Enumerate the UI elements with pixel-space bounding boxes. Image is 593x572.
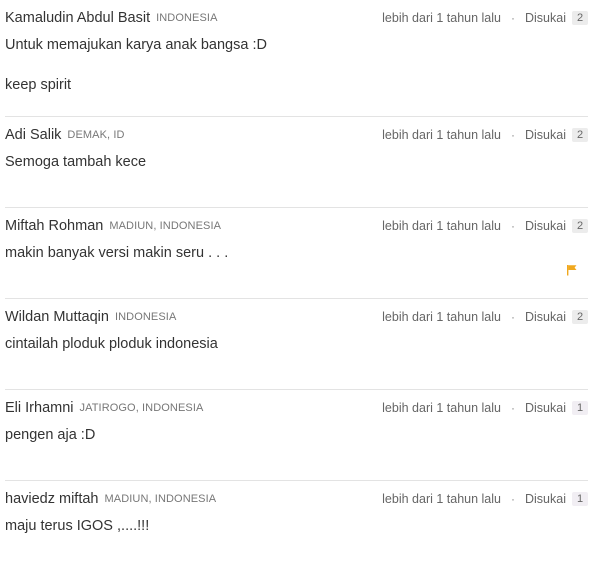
author-block: haviedz miftah MADIUN, INDONESIA	[5, 489, 216, 509]
comment-item: Adi Salik DEMAK, ID lebih dari 1 tahun la…	[5, 117, 588, 208]
comment-meta: lebih dari 1 tahun lalu · Disukai 1	[382, 489, 588, 509]
author-name[interactable]: Eli Irhamni	[5, 400, 74, 416]
comment-meta: lebih dari 1 tahun lalu · Disukai 2	[382, 8, 588, 28]
comment-body: cintailah ploduk ploduk indonesia	[5, 333, 558, 373]
comment-header: Adi Salik DEMAK, ID lebih dari 1 tahun la…	[5, 125, 588, 145]
separator-dot: ·	[511, 11, 515, 25]
comment-body: Untuk memajukan karya anak bangsa :D kee…	[5, 34, 558, 114]
like-button[interactable]: Disukai	[525, 219, 566, 233]
author-block: Wildan Muttaqin INDONESIA	[5, 307, 176, 327]
author-block: Eli Irhamni JATIROGO, INDONESIA	[5, 398, 203, 418]
author-name[interactable]: Wildan Muttaqin	[5, 309, 109, 325]
comment-meta: lebih dari 1 tahun lalu · Disukai 2	[382, 125, 588, 145]
comment-text: cintailah ploduk ploduk indonesia	[5, 336, 218, 352]
comment-item: Eli Irhamni JATIROGO, INDONESIA lebih dar…	[5, 390, 588, 481]
separator-dot: ·	[511, 401, 515, 415]
like-count-badge: 2	[572, 310, 588, 324]
comment-list: Kamaludin Abdul Basit INDONESIA lebih dar…	[5, 0, 588, 572]
comment-body: Semoga tambah kece	[5, 151, 558, 191]
comment-text: Untuk memajukan karya anak bangsa :D	[5, 37, 267, 53]
author-location: MADIUN, INDONESIA	[109, 220, 222, 232]
comment-header: Miftah Rohman MADIUN, INDONESIA lebih dar…	[5, 216, 588, 236]
comment-body: makin banyak versi makin seru . . .	[5, 242, 558, 282]
flag-icon[interactable]	[566, 264, 578, 276]
comment-text: keep spirit	[5, 77, 72, 93]
comment-text: maju terus IGOS ,....!!!	[5, 518, 150, 534]
separator-dot: ·	[511, 128, 515, 142]
separator-dot: ·	[511, 492, 515, 506]
like-count-badge: 2	[572, 219, 588, 233]
comment-timestamp[interactable]: lebih dari 1 tahun lalu	[382, 310, 501, 324]
comment-timestamp[interactable]: lebih dari 1 tahun lalu	[382, 401, 501, 415]
comment-header: haviedz miftah MADIUN, INDONESIA lebih da…	[5, 489, 588, 509]
like-button[interactable]: Disukai	[525, 128, 566, 142]
author-block: Kamaludin Abdul Basit INDONESIA	[5, 8, 218, 28]
comment-text: Semoga tambah kece	[5, 154, 147, 170]
author-block: Adi Salik DEMAK, ID	[5, 125, 125, 145]
author-location: JATIROGO, INDONESIA	[79, 402, 204, 414]
comment-body: maju terus IGOS ,....!!!	[5, 515, 558, 555]
comment-meta: lebih dari 1 tahun lalu · Disukai 2	[382, 216, 588, 236]
author-location: INDONESIA	[156, 12, 218, 24]
comment-item: haviedz miftah MADIUN, INDONESIA lebih da…	[5, 481, 588, 572]
author-block: Miftah Rohman MADIUN, INDONESIA	[5, 216, 221, 236]
comment-timestamp[interactable]: lebih dari 1 tahun lalu	[382, 128, 501, 142]
comment-header: Wildan Muttaqin INDONESIA lebih dari 1 ta…	[5, 307, 588, 327]
author-name[interactable]: haviedz miftah	[5, 491, 99, 507]
like-count-badge: 2	[572, 128, 588, 142]
like-count-badge: 2	[572, 11, 588, 25]
like-button[interactable]: Disukai	[525, 310, 566, 324]
like-count-badge: 1	[572, 401, 588, 415]
comment-meta: lebih dari 1 tahun lalu · Disukai 1	[382, 398, 588, 418]
author-location: MADIUN, INDONESIA	[104, 493, 217, 505]
separator-dot: ·	[511, 219, 515, 233]
separator-dot: ·	[511, 310, 515, 324]
comment-timestamp[interactable]: lebih dari 1 tahun lalu	[382, 492, 501, 506]
author-name[interactable]: Miftah Rohman	[5, 218, 103, 234]
author-name[interactable]: Adi Salik	[5, 127, 61, 143]
comment-text: pengen aja :D	[5, 427, 96, 443]
comment-item: Wildan Muttaqin INDONESIA lebih dari 1 ta…	[5, 299, 588, 390]
author-location: DEMAK, ID	[67, 129, 125, 141]
like-button[interactable]: Disukai	[525, 492, 566, 506]
comment-timestamp[interactable]: lebih dari 1 tahun lalu	[382, 11, 501, 25]
comment-item: Kamaludin Abdul Basit INDONESIA lebih dar…	[5, 0, 588, 117]
comment-text: makin banyak versi makin seru . . .	[5, 245, 229, 261]
comment-timestamp[interactable]: lebih dari 1 tahun lalu	[382, 219, 501, 233]
author-location: INDONESIA	[114, 311, 177, 323]
like-button[interactable]: Disukai	[525, 401, 566, 415]
like-button[interactable]: Disukai	[525, 11, 566, 25]
comment-item: Miftah Rohman MADIUN, INDONESIA lebih dar…	[5, 208, 588, 299]
comment-header: Kamaludin Abdul Basit INDONESIA lebih dar…	[5, 8, 588, 28]
like-count-badge: 1	[572, 492, 588, 506]
comment-header: Eli Irhamni JATIROGO, INDONESIA lebih dar…	[5, 398, 588, 418]
comment-body: pengen aja :D	[5, 424, 558, 464]
author-name[interactable]: Kamaludin Abdul Basit	[5, 10, 150, 26]
comment-meta: lebih dari 1 tahun lalu · Disukai 2	[382, 307, 588, 327]
